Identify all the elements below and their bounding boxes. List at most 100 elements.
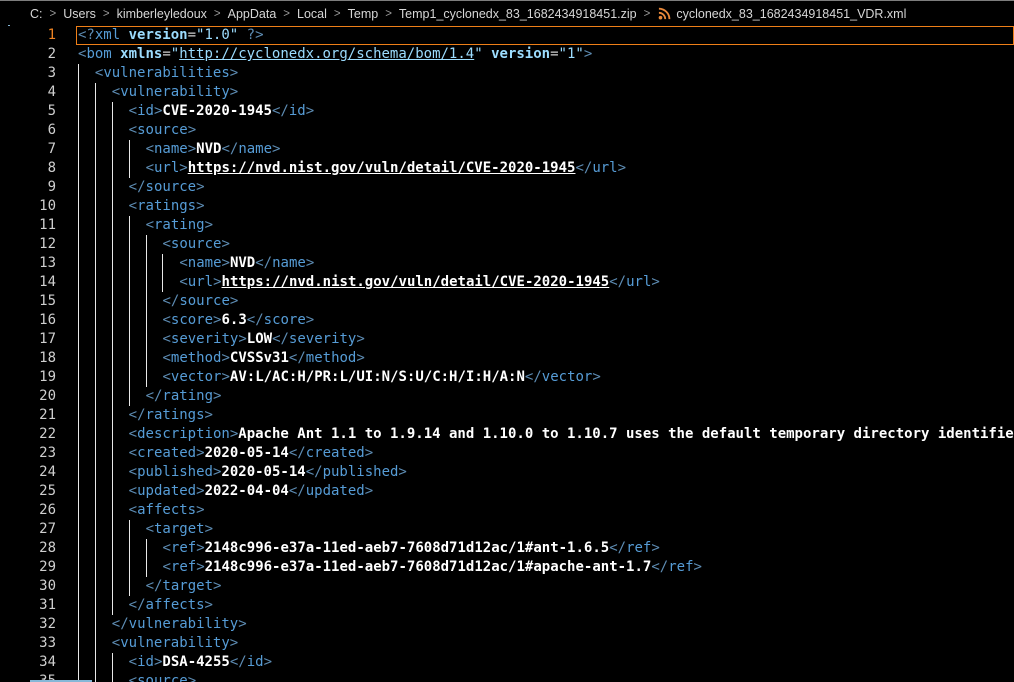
breadcrumb-item[interactable]: Users	[63, 7, 96, 21]
code-token-br: </	[306, 464, 323, 480]
breadcrumb-item[interactable]: AppData	[228, 7, 277, 21]
code-line[interactable]: 14<url>https://nvd.nist.gov/vuln/detail/…	[0, 273, 1014, 292]
code-line[interactable]: 5<id>CVE-2020-1945</id>	[0, 102, 1014, 121]
code-token-pl	[120, 27, 128, 43]
line-number[interactable]: 22	[0, 425, 56, 444]
code-line[interactable]: 28<ref>2148c996-e37a-11ed-aeb7-7608d71d1…	[0, 539, 1014, 558]
code-line[interactable]: 8<url>https://nvd.nist.gov/vuln/detail/C…	[0, 159, 1014, 178]
rss-xml-file-icon	[657, 7, 671, 21]
code-line[interactable]: 11<rating>	[0, 216, 1014, 235]
code-token-tag: url	[188, 274, 213, 290]
line-number[interactable]: 26	[0, 501, 56, 520]
breadcrumb-item[interactable]: kimberleyledoux	[117, 7, 207, 21]
line-number[interactable]: 20	[0, 387, 56, 406]
code-line[interactable]: 22<description>Apache Ant 1.1 to 1.9.14 …	[0, 425, 1014, 444]
code-line-content: <method>CVSSv31</method>	[78, 349, 365, 368]
indent-guide	[129, 235, 146, 254]
code-token-br: </	[272, 331, 289, 347]
editor[interactable]: 1<?xml version="1.0" ?>2<bom xmlns="http…	[0, 26, 1014, 682]
line-number[interactable]: 30	[0, 577, 56, 596]
line-number[interactable]: 25	[0, 482, 56, 501]
indent-guide	[95, 159, 112, 178]
line-number[interactable]: 11	[0, 216, 56, 235]
indent-guide	[129, 349, 146, 368]
code-line[interactable]: 15</source>	[0, 292, 1014, 311]
breadcrumb-item[interactable]: C:	[30, 7, 43, 21]
indent-guide	[129, 520, 146, 539]
breadcrumb-item[interactable]: Temp1_cyclonedx_83_1682434918451.zip	[399, 7, 637, 21]
line-number[interactable]: 10	[0, 197, 56, 216]
code-line[interactable]: 17<severity>LOW</severity>	[0, 330, 1014, 349]
code-line[interactable]: 32</vulnerability>	[0, 615, 1014, 634]
line-number[interactable]: 33	[0, 634, 56, 653]
code-line[interactable]: 35<source>	[0, 672, 1014, 682]
code-line[interactable]: 21</ratings>	[0, 406, 1014, 425]
code-line[interactable]: 34<id>DSA-4255</id>	[0, 653, 1014, 672]
indent-guide	[129, 254, 146, 273]
line-number[interactable]: 17	[0, 330, 56, 349]
code-line[interactable]: 4<vulnerability>	[0, 83, 1014, 102]
code-line[interactable]: 13<name>NVD</name>	[0, 254, 1014, 273]
code-line[interactable]: 19<vector>AV:L/AC:H/PR:L/UI:N/S:U/C:H/I:…	[0, 368, 1014, 387]
code-line[interactable]: 27<target>	[0, 520, 1014, 539]
code-token-br: <	[129, 673, 137, 682]
line-number[interactable]: 15	[0, 292, 56, 311]
line-number[interactable]: 9	[0, 178, 56, 197]
code-line[interactable]: 33<vulnerability>	[0, 634, 1014, 653]
code-line[interactable]: 3<vulnerabilities>	[0, 64, 1014, 83]
line-number[interactable]: 5	[0, 102, 56, 121]
line-number[interactable]: 29	[0, 558, 56, 577]
breadcrumb-item[interactable]: Local	[297, 7, 327, 21]
line-number[interactable]: 23	[0, 444, 56, 463]
code-token-str: "1"	[559, 46, 584, 62]
code-token-tag: vulnerabilities	[103, 65, 229, 81]
code-line[interactable]: 26<affects>	[0, 501, 1014, 520]
line-number[interactable]: 3	[0, 64, 56, 83]
code-line[interactable]: 30</target>	[0, 577, 1014, 596]
code-line[interactable]: 6<source>	[0, 121, 1014, 140]
code-line[interactable]: 29<ref>2148c996-e37a-11ed-aeb7-7608d71d1…	[0, 558, 1014, 577]
line-number[interactable]: 34	[0, 653, 56, 672]
code-token-br: <	[146, 521, 154, 537]
line-number[interactable]: 27	[0, 520, 56, 539]
breadcrumb-item-file[interactable]: cyclonedx_83_1682434918451_VDR.xml	[657, 7, 906, 21]
code-token-br: >	[196, 483, 204, 499]
indent-guide	[95, 368, 112, 387]
line-number[interactable]: 12	[0, 235, 56, 254]
code-line[interactable]: 2<bom xmlns="http://cyclonedx.org/schema…	[0, 45, 1014, 64]
line-number[interactable]: 2	[0, 45, 56, 64]
breadcrumb-item[interactable]: Temp	[348, 7, 379, 21]
line-number[interactable]: 21	[0, 406, 56, 425]
code-line[interactable]: 1<?xml version="1.0" ?>	[0, 26, 1014, 45]
code-line[interactable]: 31</affects>	[0, 596, 1014, 615]
line-number[interactable]: 13	[0, 254, 56, 273]
chevron-separator-icon: >	[214, 8, 221, 20]
code-line[interactable]: 9</source>	[0, 178, 1014, 197]
line-number[interactable]: 18	[0, 349, 56, 368]
line-number[interactable]: 7	[0, 140, 56, 159]
code-line[interactable]: 18 <method>CVSSv31</method>	[0, 349, 1014, 368]
code-lines: 1<?xml version="1.0" ?>2<bom xmlns="http…	[0, 26, 1014, 682]
line-number[interactable]: 19	[0, 368, 56, 387]
code-line[interactable]: 12<source>	[0, 235, 1014, 254]
code-token-txt: 2020-05-14	[205, 445, 289, 461]
line-number[interactable]: 4	[0, 83, 56, 102]
line-number[interactable]: 28	[0, 539, 56, 558]
line-number[interactable]: 14	[0, 273, 56, 292]
code-line[interactable]: 25<updated>2022-04-04</updated>	[0, 482, 1014, 501]
line-number[interactable]: 6	[0, 121, 56, 140]
line-number[interactable]: 8	[0, 159, 56, 178]
line-number[interactable]: 16	[0, 311, 56, 330]
indent-guide	[112, 672, 129, 682]
code-line[interactable]: 10<ratings>	[0, 197, 1014, 216]
line-number[interactable]: 32	[0, 615, 56, 634]
indent-guide	[95, 292, 112, 311]
code-line[interactable]: 24<published>2020-05-14</published>	[0, 463, 1014, 482]
code-line[interactable]: 20</rating>	[0, 387, 1014, 406]
code-line[interactable]: 16<score>6.3</score>	[0, 311, 1014, 330]
line-number[interactable]: 1	[0, 26, 56, 45]
code-line[interactable]: 23<created>2020-05-14</created>	[0, 444, 1014, 463]
code-line[interactable]: 7<name>NVD</name>	[0, 140, 1014, 159]
line-number[interactable]: 24	[0, 463, 56, 482]
line-number[interactable]: 31	[0, 596, 56, 615]
